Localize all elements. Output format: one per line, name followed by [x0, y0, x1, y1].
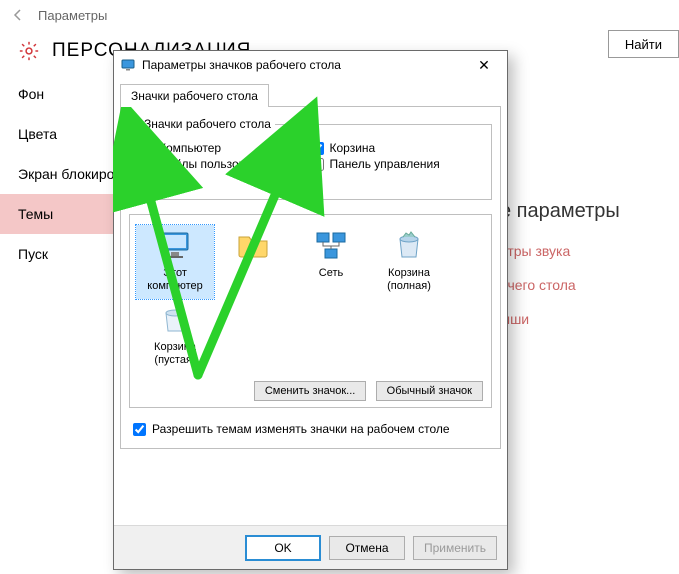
dialog-titlebar: Параметры значков рабочего стола ✕	[114, 51, 507, 79]
sidebar-item-label: Темы	[18, 206, 53, 222]
checkbox-input[interactable]	[311, 158, 324, 171]
tab-desktop-icons[interactable]: Значки рабочего стола	[120, 84, 269, 107]
related-settings-heading: е параметры	[500, 200, 679, 223]
sidebar-item-label: Фон	[18, 86, 44, 102]
related-link[interactable]: очего стола	[500, 277, 679, 293]
checkbox-recycle-bin[interactable]: Корзина	[311, 141, 482, 155]
sidebar-item-label: Пуск	[18, 246, 48, 262]
dialog-title-icon	[120, 57, 136, 73]
related-settings-pane: е параметры етры звука очего стола ыши	[500, 200, 679, 345]
checkbox-user-files[interactable]: Файлы пользователя	[140, 157, 311, 171]
checkbox-label: Компьютер	[159, 141, 221, 155]
network-icon	[313, 227, 349, 263]
window-title: Параметры	[38, 8, 107, 23]
icon-item[interactable]	[214, 225, 292, 299]
icon-label: Корзина(полная)	[370, 267, 448, 292]
dialog-footer: OK Отмена Применить	[114, 525, 507, 569]
desktop-icons-group: Значки рабочего стола Компьютер Файлы по…	[129, 117, 492, 200]
folder-icon	[235, 227, 271, 263]
sidebar-item-label: Цвета	[18, 126, 57, 142]
checkbox-network[interactable]: Сеть	[140, 173, 311, 187]
window-titlebar: Параметры	[0, 0, 679, 30]
dialog-title: Параметры значков рабочего стола	[142, 58, 467, 72]
bin-full-icon	[391, 227, 427, 263]
checkbox-label: Сеть	[159, 173, 186, 187]
close-icon[interactable]: ✕	[467, 57, 501, 74]
checkbox-input[interactable]	[140, 142, 153, 155]
cancel-button[interactable]: Отмена	[329, 536, 405, 560]
icon-item[interactable]: Этоткомпьютер	[136, 225, 214, 299]
icon-label: Этоткомпьютер	[136, 267, 214, 292]
dialog-tabpanel: Значки рабочего стола Компьютер Файлы по…	[120, 106, 501, 449]
group-legend: Значки рабочего стола	[140, 117, 275, 131]
find-button[interactable]: Найти	[608, 30, 679, 58]
checkbox-input[interactable]	[140, 158, 153, 171]
back-arrow-icon[interactable]	[8, 5, 28, 25]
dialog-tabstrip: Значки рабочего стола	[114, 79, 507, 106]
checkbox-input[interactable]	[133, 423, 146, 436]
pc-icon	[157, 227, 193, 263]
icon-label: Сеть	[292, 267, 370, 280]
icon-item[interactable]: Корзина(пустая)	[136, 299, 214, 373]
apply-button[interactable]: Применить	[413, 536, 497, 560]
icon-preview-box: Этоткомпьютер СетьКорзина(полная) Корзина(…	[129, 214, 492, 408]
checkbox-input[interactable]	[140, 174, 153, 187]
icon-item[interactable]: Корзина(полная)	[370, 225, 448, 299]
related-link[interactable]: ыши	[500, 311, 679, 327]
restore-default-button[interactable]: Обычный значок	[376, 381, 483, 401]
checkbox-label: Панель управления	[330, 157, 440, 171]
checkbox-label: Корзина	[330, 141, 376, 155]
checkbox-label: Файлы пользователя	[159, 157, 276, 171]
checkbox-input[interactable]	[311, 142, 324, 155]
change-icon-button[interactable]: Сменить значок...	[254, 381, 367, 401]
icon-item[interactable]: Сеть	[292, 225, 370, 299]
bin-empty-icon	[157, 301, 193, 337]
checkbox-control-panel[interactable]: Панель управления	[311, 157, 482, 171]
related-link[interactable]: етры звука	[500, 243, 679, 259]
checkbox-computer[interactable]: Компьютер	[140, 141, 311, 155]
allow-themes-checkbox[interactable]: Разрешить темам изменять значки на рабоч…	[133, 422, 488, 436]
gear-icon	[18, 40, 40, 62]
icon-label: Корзина(пустая)	[136, 341, 214, 366]
desktop-icon-settings-dialog: Параметры значков рабочего стола ✕ Значк…	[113, 50, 508, 570]
checkbox-label: Разрешить темам изменять значки на рабоч…	[152, 422, 450, 436]
ok-button[interactable]: OK	[245, 535, 321, 561]
